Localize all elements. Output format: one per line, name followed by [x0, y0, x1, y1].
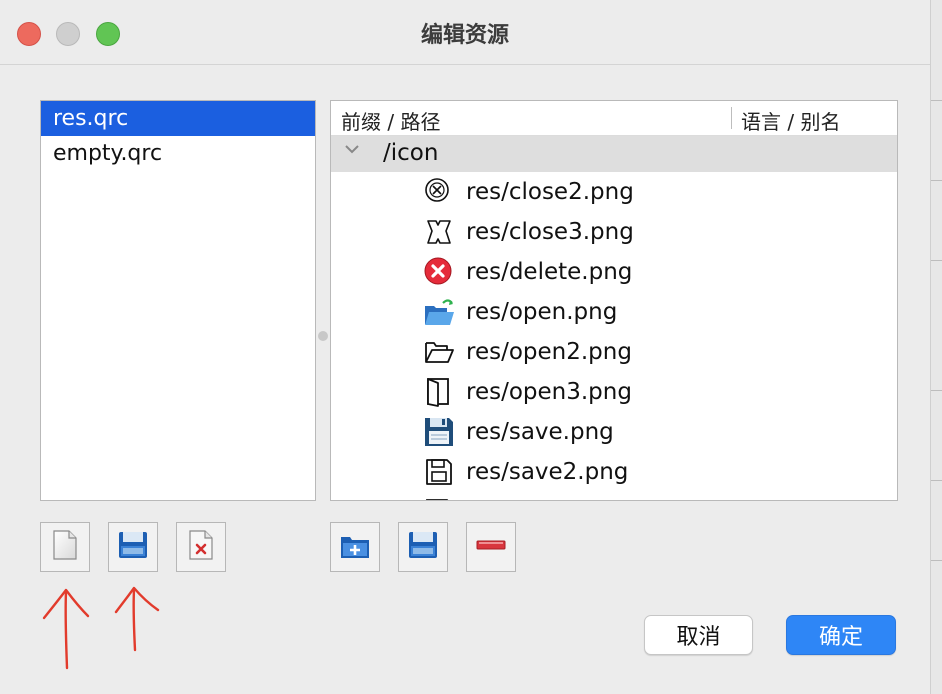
folder-open-blue-icon — [423, 296, 455, 328]
tree-resource-row[interactable]: res/close2.png — [331, 172, 897, 212]
prefix-label: /icon — [383, 140, 439, 166]
chevron-down-icon[interactable] — [343, 140, 361, 163]
column-header-language-alias[interactable]: 语言 / 别名 — [741, 106, 840, 135]
floppy-disk-icon — [407, 529, 439, 565]
title-bar: 编辑资源 — [0, 0, 930, 65]
resource-tree[interactable]: 前缀 / 路径 语言 / 别名 /icon res/close2.png res… — [330, 100, 898, 501]
tree-resource-row[interactable]: res/save2.png — [331, 452, 897, 492]
floppy-disk-outline-icon — [423, 496, 455, 500]
resource-file-name: res/save.png — [466, 419, 614, 445]
resource-file-name: res/save2.png — [466, 459, 629, 485]
tree-resource-row[interactable]: res/open3.png — [331, 372, 897, 412]
ok-button[interactable]: 确定 — [786, 615, 896, 655]
new-file-button[interactable] — [40, 522, 90, 572]
close-badge-outline-icon — [423, 216, 455, 248]
remove-file-icon — [187, 529, 215, 565]
background-window-edge — [930, 0, 942, 694]
folder-open-outline-icon — [423, 336, 455, 368]
tree-resource-row-partial[interactable] — [331, 492, 897, 500]
window-title: 编辑资源 — [420, 23, 509, 48]
resource-file-name: res/open2.png — [466, 339, 632, 365]
remove-file-button[interactable] — [176, 522, 226, 572]
remove-resource-button[interactable] — [466, 522, 516, 572]
add-files-button[interactable] — [398, 522, 448, 572]
resource-file-name: res/open.png — [466, 299, 618, 325]
tree-resource-row[interactable]: res/close3.png — [331, 212, 897, 252]
annotation-arrows — [30, 580, 180, 680]
floppy-disk-outline-icon — [423, 456, 455, 488]
floppy-disk-icon — [117, 529, 149, 565]
tree-prefix-row[interactable]: /icon — [331, 136, 897, 172]
resource-file-name: res/close2.png — [466, 179, 634, 205]
tree-header: 前缀 / 路径 语言 / 别名 — [331, 101, 897, 136]
file-list-item-empty-qrc[interactable]: empty.qrc — [41, 136, 315, 171]
tree-resource-row[interactable]: res/open2.png — [331, 332, 897, 372]
qrc-file-list[interactable]: res.qrc empty.qrc — [40, 100, 316, 501]
file-list-item-res-qrc[interactable]: res.qrc — [41, 101, 315, 136]
tree-resource-row[interactable]: res/delete.png — [331, 252, 897, 292]
save-file-button[interactable] — [108, 522, 158, 572]
minus-icon — [475, 529, 507, 565]
panel-splitter-handle[interactable] — [318, 331, 328, 341]
cancel-button[interactable]: 取消 — [644, 615, 753, 655]
resource-file-name: res/delete.png — [466, 259, 633, 285]
tree-resource-row[interactable]: res/save.png — [331, 412, 897, 452]
new-file-icon — [51, 529, 79, 565]
resource-file-name: res/close3.png — [466, 219, 634, 245]
close-circle-outline-icon — [423, 176, 455, 208]
resource-file-name: res/open3.png — [466, 379, 632, 405]
column-divider[interactable] — [731, 107, 732, 129]
tree-resource-row[interactable]: res/open.png — [331, 292, 897, 332]
folder-add-icon — [339, 529, 371, 565]
delete-red-circle-icon — [423, 256, 455, 288]
floppy-disk-blue-icon — [423, 416, 455, 448]
door-open-outline-icon — [423, 376, 455, 408]
column-header-prefix-path[interactable]: 前缀 / 路径 — [341, 106, 440, 135]
add-prefix-button[interactable] — [330, 522, 380, 572]
